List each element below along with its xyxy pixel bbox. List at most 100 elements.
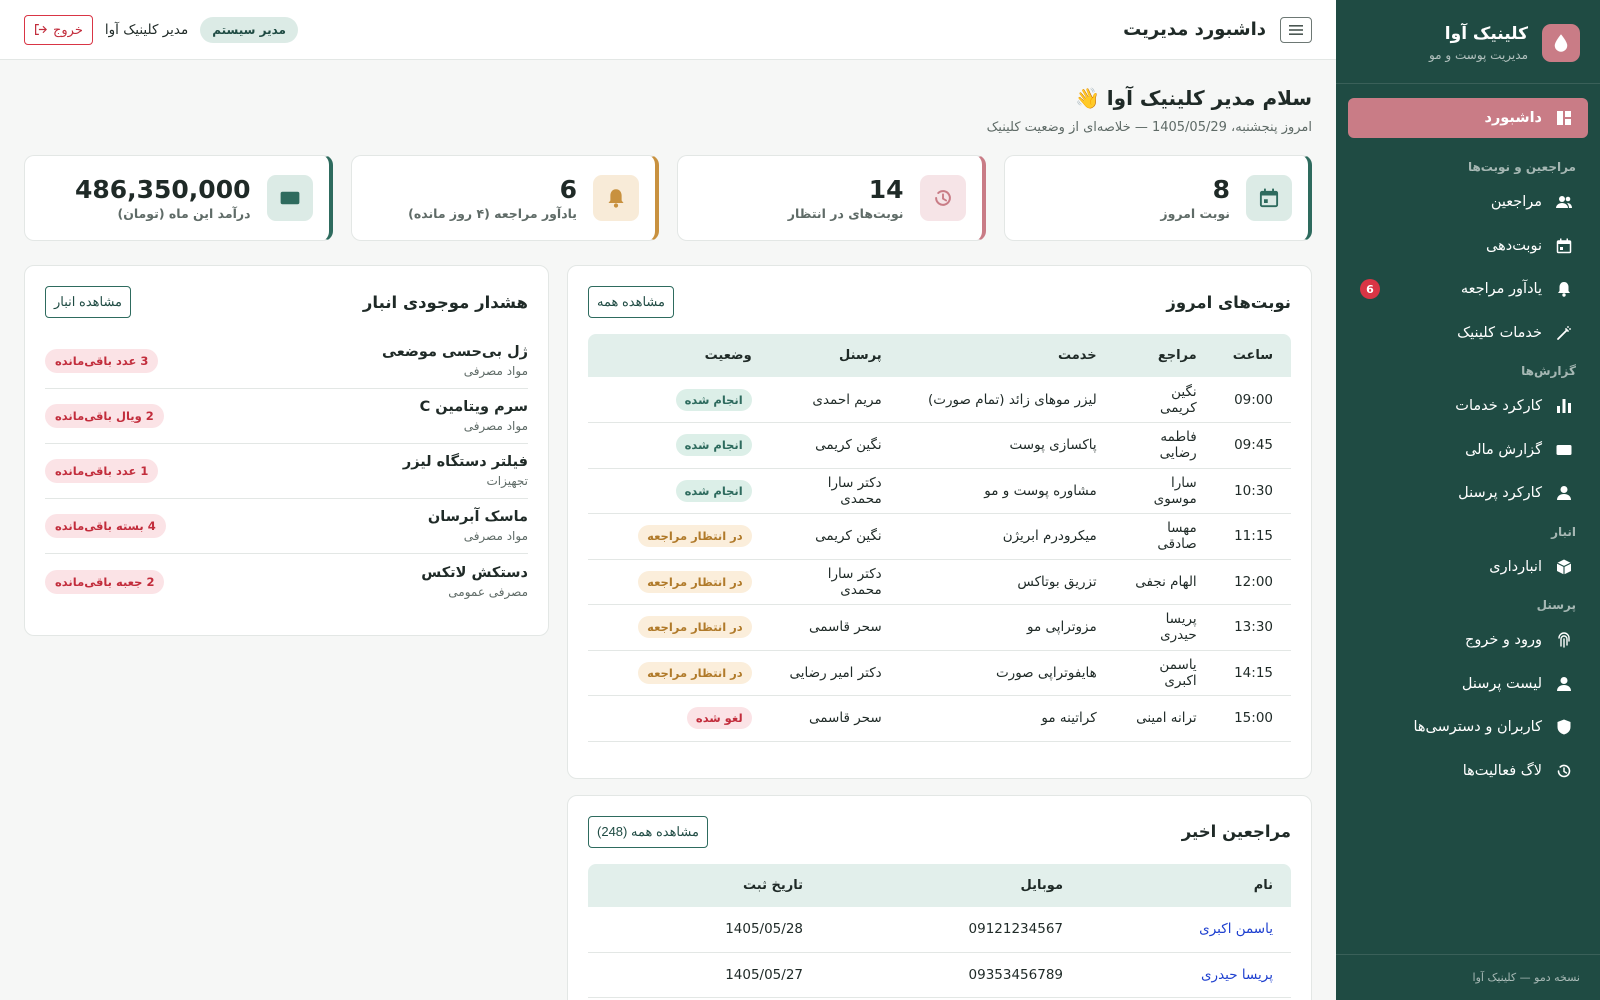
table-row[interactable]: 10:30 سارا موسوی مشاوره پوست و مو دکتر سارا… — [588, 468, 1291, 514]
column-header: خدمت — [899, 334, 1115, 377]
appointment-staff: سحر قاسمی — [769, 695, 900, 742]
appointment-staff: سحر قاسمی — [769, 604, 900, 651]
status-badge: انجام شده — [675, 479, 752, 502]
client-name-cell: یاسمن اکبری — [1081, 906, 1291, 953]
card-icon — [1554, 442, 1574, 458]
view-all-clients-button[interactable]: مشاهده همه (248) — [588, 815, 708, 848]
appointment-staff: نگین کریمی — [769, 513, 900, 560]
sidebar-item-staff-list[interactable]: لیست پرسنل — [1348, 664, 1588, 704]
sidebar-item-label: لاگ فعالیت‌ها — [1462, 762, 1542, 779]
status-badge: در انتظار مراجعه — [638, 661, 752, 684]
bell-icon — [593, 175, 639, 221]
client-mobile: 09121234567 — [821, 906, 1081, 953]
table-row: یاسمن اکبری 09121234567 1405/05/28 — [588, 906, 1291, 953]
inventory-item-category: مواد مصرفی — [463, 419, 528, 433]
appointment-staff: دکتر سارا محمدی — [769, 468, 900, 514]
table-row[interactable]: 09:45 فاطمه رضایی پاکسازی پوست نگین کریمی ان… — [588, 422, 1291, 469]
inventory-item-category: تجهیزات — [486, 474, 529, 488]
sidebar: کلینیک آوا مدیریت پوست و مو داشبورد مراج… — [1336, 0, 1600, 1000]
appointment-service: تزریق بوتاکس — [899, 559, 1115, 605]
menu-toggle-button[interactable] — [1280, 16, 1312, 43]
stat-card-revenue: 486,350,000 درآمد این ماه (تومان) — [24, 155, 333, 241]
inventory-item-name: سرم ویتامین C — [419, 399, 528, 415]
stat-card-pending: 14 نوبت‌های در انتظار — [677, 155, 986, 241]
appointment-status-cell: در انتظار مراجعه — [588, 513, 770, 560]
main-content: سلام مدیر کلینیک آوا 👋 امروز پنجشنبه، 14… — [0, 60, 1336, 1000]
sidebar-item-appointments[interactable]: نوبت‌دهی — [1348, 226, 1588, 266]
inventory-item-category: مواد مصرفی — [463, 364, 528, 378]
shield-icon — [1554, 719, 1574, 735]
stat-value: 486,350,000 — [74, 175, 251, 204]
appointment-status-cell: در انتظار مراجعه — [588, 650, 770, 696]
sidebar-item-service-report[interactable]: کارکرد خدمات — [1348, 386, 1588, 426]
appointment-client: فاطمه رضایی — [1114, 422, 1215, 469]
greeting-title: سلام مدیر کلینیک آوا 👋 — [1074, 86, 1312, 110]
inventory-item-name: فیلتر دستگاه لیزر — [402, 454, 528, 470]
appointment-client: الهام نجفی — [1114, 559, 1215, 605]
appointment-service: پاکسازی پوست — [899, 422, 1115, 469]
stat-card-today: 8 نوبت امروز — [1003, 155, 1312, 241]
sidebar-item-dashboard[interactable]: داشبورد — [1348, 98, 1588, 138]
sidebar-item-clients[interactable]: مراجعین — [1348, 182, 1588, 222]
stat-value: 8 — [1212, 175, 1230, 204]
remaining-badge: 3 عدد باقی‌مانده — [45, 349, 159, 373]
sidebar-item-label: انبارداری — [1489, 558, 1542, 575]
remaining-badge: 4 بسته باقی‌مانده — [45, 514, 166, 538]
sidebar-item-reminders[interactable]: یادآور مراجعه 6 — [1348, 269, 1588, 309]
table-row[interactable]: 14:15 یاسمن اکبری هایفوتراپی صورت دکتر امیر… — [588, 650, 1291, 696]
sidebar-item-services[interactable]: خدمات کلینیک — [1348, 313, 1588, 353]
nav-section-title: انبار — [1551, 524, 1576, 539]
logout-button[interactable]: خروج — [24, 14, 93, 45]
client-date: 1405/05/28 — [588, 906, 821, 953]
sidebar-item-activity-log[interactable]: لاگ فعالیت‌ها — [1348, 751, 1588, 791]
appointment-client: ترانه امینی — [1114, 695, 1215, 742]
column-header: نام — [1081, 863, 1291, 907]
inventory-item-category: مواد مصرفی — [463, 529, 528, 543]
sidebar-item-label: مراجعین — [1490, 194, 1542, 210]
appointment-status-cell: انجام شده — [588, 377, 770, 423]
topbar: داشبورد مدیریت مدیر سیستم مدیر کلینیک آو… — [0, 0, 1336, 60]
sidebar-item-label: خدمات کلینیک — [1457, 324, 1542, 341]
client-name-link[interactable]: یاسمن اکبری — [1199, 921, 1273, 937]
appointment-status-cell: انجام شده — [588, 468, 770, 514]
view-all-appointments-button[interactable]: مشاهده همه — [588, 286, 674, 318]
card-title: هشدار موجودی انبار — [362, 292, 528, 312]
stat-value: 6 — [559, 175, 577, 204]
stat-card-reminders: 6 یادآور مراجعه (۴ روز مانده) — [350, 155, 659, 241]
calendar-icon — [1554, 238, 1574, 254]
table-row[interactable]: 12:00 الهام نجفی تزریق بوتاکس دکتر سارا محم… — [588, 559, 1291, 605]
role-badge: مدیر سیستم — [200, 16, 298, 43]
sidebar-item-label: ورود و خروج — [1464, 632, 1542, 648]
appointment-client: سارا موسوی — [1114, 468, 1215, 514]
sidebar-item-staff-report[interactable]: کارکرد پرسنل — [1348, 473, 1588, 513]
appointment-time: 14:15 — [1214, 650, 1291, 696]
recent-clients-table: نام موبایل تاریخ ثبت یاسمن اکبری 09121234… — [588, 863, 1291, 999]
view-inventory-button[interactable]: مشاهده انبار — [45, 286, 132, 318]
sidebar-item-inventory[interactable]: انبارداری — [1348, 547, 1588, 587]
table-row[interactable]: 11:15 مهسا صادقی میکرودرم ابریژن نگین کریمی… — [588, 513, 1291, 560]
inventory-item-category: مصرفی عمومی — [448, 584, 528, 599]
table-row: پریسا حیدری 09353456789 1405/05/27 — [588, 952, 1291, 998]
sidebar-item-label: گزارش مالی — [1465, 441, 1542, 458]
table-row[interactable]: 13:30 پریسا حیدری مزوتراپی مو سحر قاسمی در ا… — [588, 604, 1291, 651]
table-row[interactable]: 09:00 نگین کریمی لیزر موهای زائد (تمام صور… — [588, 377, 1291, 423]
sidebar-item-users-access[interactable]: کاربران و دسترسی‌ها — [1348, 707, 1588, 747]
appointment-client: نگین کریمی — [1114, 377, 1215, 423]
client-name-link[interactable]: پریسا حیدری — [1201, 967, 1273, 983]
remaining-badge: 2 ویال باقی‌مانده — [45, 404, 164, 428]
recent-clients-card: مراجعین اخیر مشاهده همه (248) نام موبایل… — [567, 794, 1312, 1000]
appointment-service: لیزر موهای زائد (تمام صورت) — [899, 377, 1115, 423]
greeting-subtitle: امروز پنجشنبه، 1405/05/29 — خلاصه‌ای از … — [986, 120, 1312, 135]
column-header: وضعیت — [588, 334, 770, 377]
sidebar-item-attendance[interactable]: ورود و خروج — [1348, 620, 1588, 660]
history-icon — [1554, 763, 1574, 779]
appointment-status-cell: در انتظار مراجعه — [588, 559, 770, 605]
column-header: تاریخ ثبت — [588, 863, 821, 907]
fingerprint-icon — [1554, 632, 1574, 648]
appointment-service: هایفوتراپی صورت — [899, 650, 1115, 696]
sidebar-item-label: کاربران و دسترسی‌ها — [1413, 719, 1542, 735]
brand-title: کلینیک آوا — [1444, 23, 1528, 44]
sidebar-item-financial-report[interactable]: گزارش مالی — [1348, 430, 1588, 470]
today-appointments-card: نوبت‌های امروز مشاهده همه ساعت مراجع خدم… — [567, 265, 1312, 779]
table-row[interactable]: 15:00 ترانه امینی کراتینه مو سحر قاسمی لغو ش… — [588, 695, 1291, 742]
